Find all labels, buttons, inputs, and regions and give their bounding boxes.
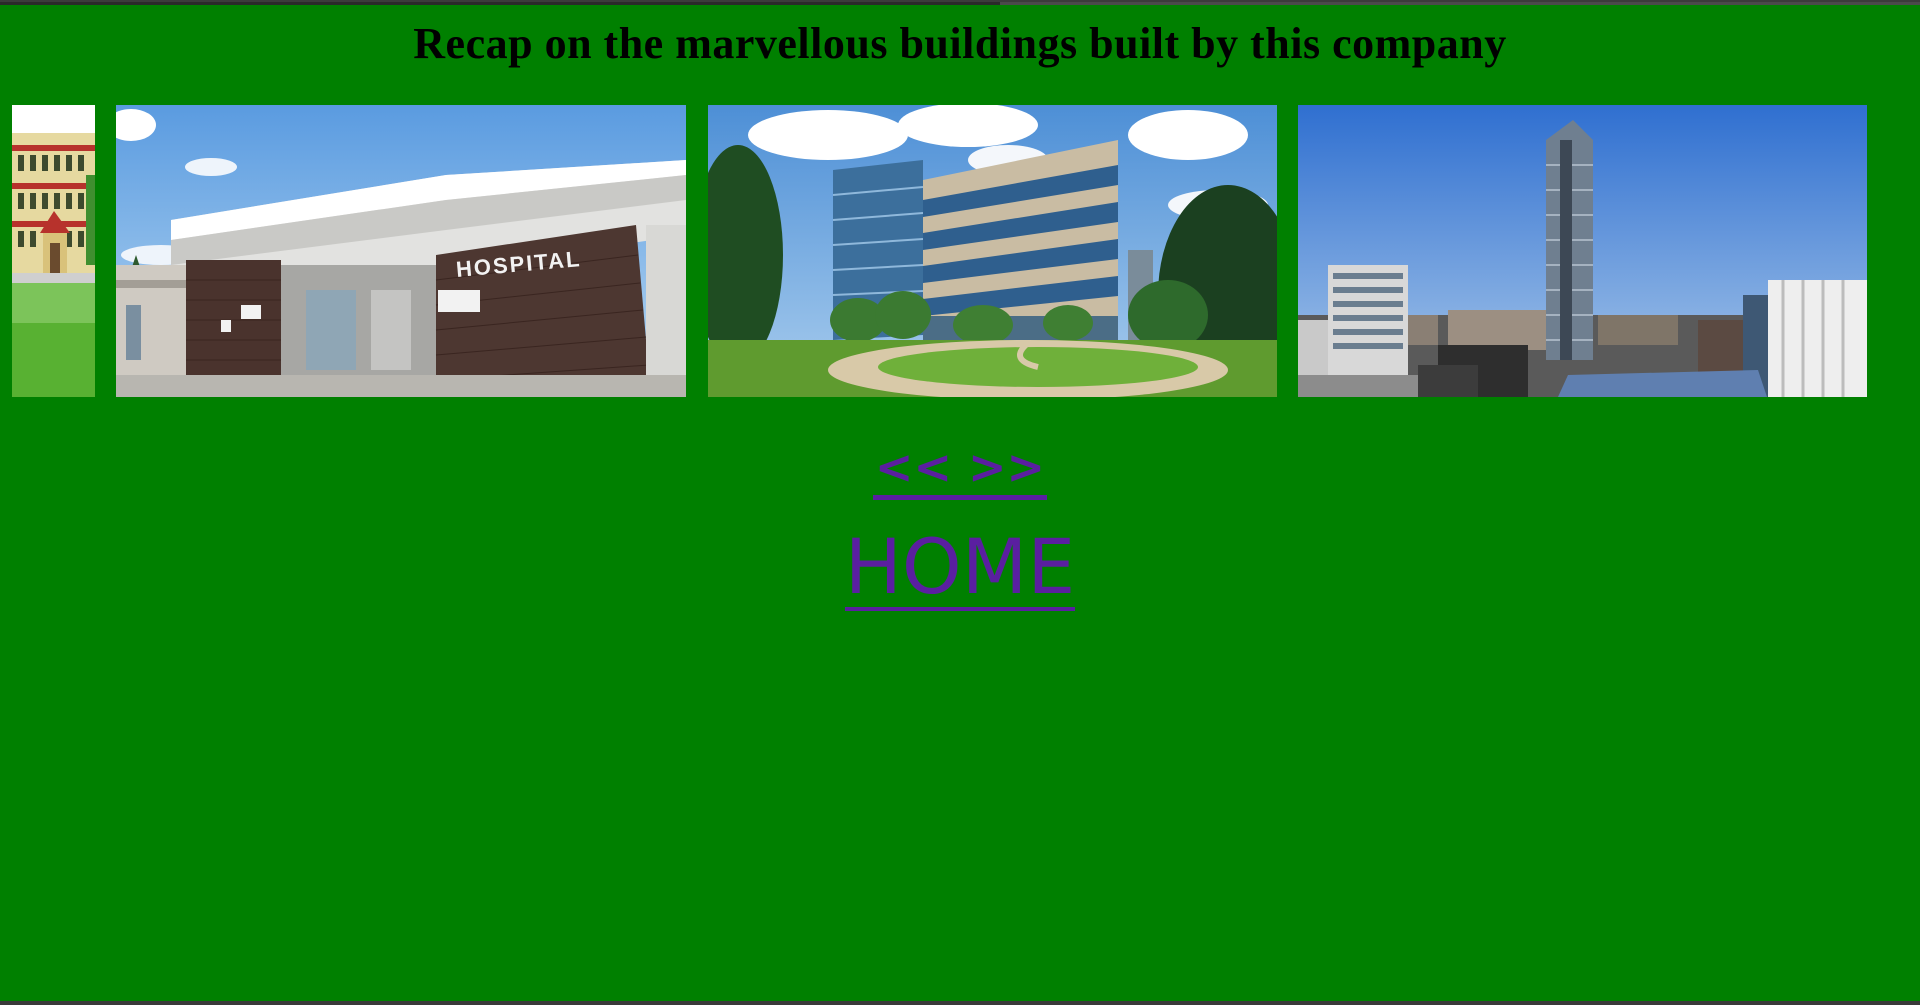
carousel-nav: << >> <box>0 439 1920 500</box>
home-nav: HOME <box>0 527 1920 611</box>
hospital-photo: HOSPITAL <box>116 105 686 397</box>
page: Recap on the marvellous buildings built … <box>0 2 1920 1001</box>
office-building-photo <box>708 105 1277 397</box>
top-border-highlight <box>1000 2 1920 5</box>
carousel-prev-next-link[interactable]: << >> <box>872 439 1048 500</box>
image-carousel: HOSPITAL <box>0 105 1920 398</box>
home-link[interactable]: HOME <box>844 527 1076 611</box>
bottom-border <box>0 1001 1920 1005</box>
school-building-photo <box>12 105 95 397</box>
page-title: Recap on the marvellous buildings built … <box>413 19 1507 68</box>
city-towers-photo <box>1298 105 1867 397</box>
